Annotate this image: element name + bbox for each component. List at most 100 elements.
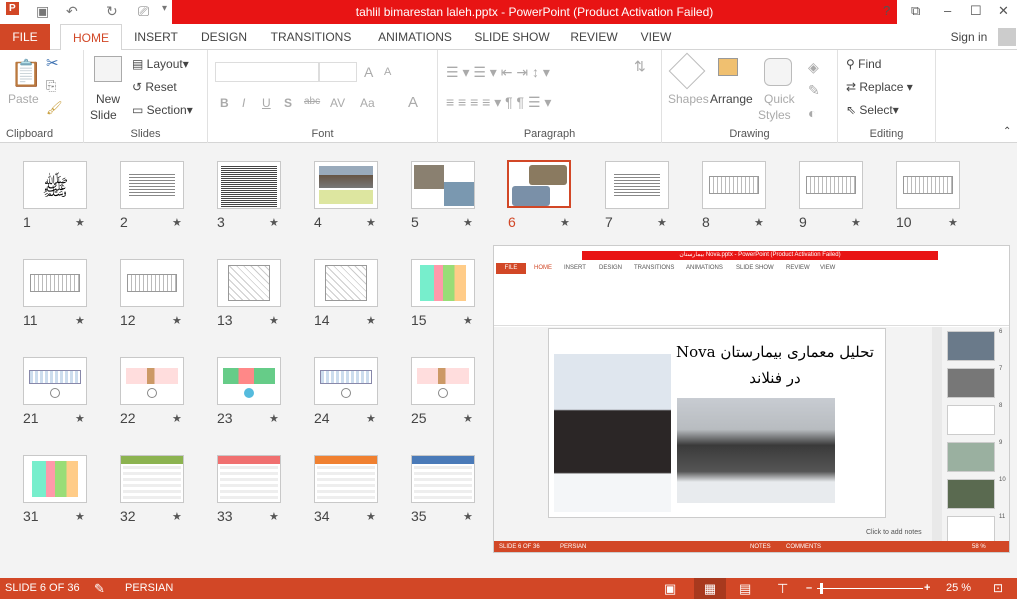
tab-review[interactable]: REVIEW bbox=[566, 24, 622, 50]
transition-star-icon[interactable]: ★ bbox=[366, 510, 376, 523]
italic-button[interactable]: I bbox=[242, 96, 245, 110]
font-size-dropdown[interactable] bbox=[319, 62, 357, 82]
zoom-out-button[interactable]: – bbox=[806, 578, 812, 599]
transition-star-icon[interactable]: ★ bbox=[366, 412, 376, 425]
new-slide-button-line2[interactable]: Slide bbox=[90, 108, 117, 122]
shapes-icon[interactable] bbox=[668, 52, 706, 90]
reading-view-icon[interactable]: ▤ bbox=[739, 578, 751, 599]
transition-star-icon[interactable]: ★ bbox=[269, 412, 279, 425]
slide-thumbnail[interactable] bbox=[120, 259, 184, 307]
slide-thumbnail[interactable] bbox=[411, 357, 475, 405]
slide-thumbnail[interactable] bbox=[120, 357, 184, 405]
transition-star-icon[interactable]: ★ bbox=[463, 216, 473, 229]
slide-thumbnail[interactable] bbox=[120, 161, 184, 209]
customize-qat-icon[interactable]: ▾ bbox=[162, 3, 167, 14]
save-icon[interactable]: ▣ bbox=[36, 3, 49, 20]
transition-star-icon[interactable]: ★ bbox=[269, 314, 279, 327]
shrink-font-button[interactable]: A bbox=[384, 66, 391, 78]
arrange-icon[interactable] bbox=[718, 58, 738, 76]
transition-star-icon[interactable]: ★ bbox=[75, 510, 85, 523]
transition-star-icon[interactable]: ★ bbox=[269, 510, 279, 523]
slide-thumbnail[interactable] bbox=[314, 455, 378, 503]
tab-animations[interactable]: ANIMATIONS bbox=[370, 24, 460, 50]
paste-icon[interactable]: 📋 bbox=[10, 58, 42, 89]
slide-thumbnail[interactable] bbox=[702, 161, 766, 209]
font-name-dropdown[interactable] bbox=[215, 62, 319, 82]
present-icon[interactable]: ⎚ bbox=[138, 3, 149, 20]
zoom-slider[interactable] bbox=[817, 588, 923, 589]
transition-star-icon[interactable]: ★ bbox=[463, 510, 473, 523]
select-button[interactable]: ⇖ Select▾ bbox=[846, 103, 899, 117]
slide-thumbnail[interactable] bbox=[217, 259, 281, 307]
slide-thumbnail[interactable] bbox=[896, 161, 960, 209]
arrange-button[interactable]: Arrange bbox=[710, 92, 753, 106]
tab-insert[interactable]: INSERT bbox=[128, 24, 184, 50]
replace-button[interactable]: ⇄ Replace ▾ bbox=[846, 80, 913, 94]
redo-icon[interactable]: ↻ bbox=[106, 3, 118, 20]
slide-thumbnail[interactable] bbox=[23, 455, 87, 503]
undo-icon[interactable]: ↶ bbox=[66, 3, 78, 20]
transition-star-icon[interactable]: ★ bbox=[754, 216, 764, 229]
format-painter-icon[interactable]: 🖌 bbox=[46, 100, 63, 116]
new-slide-button[interactable]: New bbox=[96, 92, 120, 106]
transition-star-icon[interactable]: ★ bbox=[269, 216, 279, 229]
transition-star-icon[interactable]: ★ bbox=[172, 216, 182, 229]
char-spacing-button[interactable]: AV bbox=[330, 96, 345, 110]
transition-star-icon[interactable]: ★ bbox=[172, 412, 182, 425]
slide-thumbnail[interactable] bbox=[314, 357, 378, 405]
transition-star-icon[interactable]: ★ bbox=[75, 216, 85, 229]
transition-star-icon[interactable]: ★ bbox=[75, 412, 85, 425]
transition-star-icon[interactable]: ★ bbox=[75, 314, 85, 327]
notes-icon[interactable]: ✎ bbox=[94, 578, 105, 599]
transition-star-icon[interactable]: ★ bbox=[560, 216, 570, 229]
slide-thumbnail[interactable] bbox=[314, 259, 378, 307]
help-icon[interactable]: ? bbox=[883, 3, 890, 18]
quick-styles-button-line2[interactable]: Styles bbox=[758, 108, 791, 122]
tab-slide-show[interactable]: SLIDE SHOW bbox=[472, 24, 552, 50]
grow-font-button[interactable]: A bbox=[364, 64, 373, 80]
paste-button[interactable]: Paste bbox=[8, 92, 39, 106]
collapse-ribbon-icon[interactable]: ⌃ bbox=[1003, 126, 1011, 137]
zoom-slider-thumb[interactable] bbox=[820, 583, 824, 594]
quick-styles-button[interactable]: Quick bbox=[764, 92, 795, 106]
avatar[interactable] bbox=[998, 28, 1016, 46]
bold-button[interactable]: B bbox=[220, 96, 229, 110]
shape-format-icons[interactable]: ◈ ✎ ◐ bbox=[808, 56, 820, 125]
font-color-button[interactable]: A bbox=[408, 94, 418, 111]
align-icons[interactable]: ≡ ≡ ≡ ≡ ▾ ¶ ¶ ☰ ▾ bbox=[446, 94, 551, 111]
slide-thumbnail[interactable] bbox=[411, 259, 475, 307]
tab-view[interactable]: VIEW bbox=[636, 24, 676, 50]
tab-transitions[interactable]: TRANSITIONS bbox=[266, 24, 356, 50]
text-direction-icon[interactable]: ⇅ bbox=[634, 58, 646, 75]
bullets-icon[interactable]: ☰ ▾ ☰ ▾ ⇤ ⇥ ↕ ▾ bbox=[446, 64, 550, 81]
new-slide-icon[interactable] bbox=[94, 56, 122, 82]
find-button[interactable]: ⚲ Find bbox=[846, 57, 881, 71]
slide-thumbnail[interactable] bbox=[217, 161, 281, 209]
tab-home[interactable]: HOME bbox=[60, 24, 122, 51]
slide-thumbnail[interactable] bbox=[23, 259, 87, 307]
shadow-button[interactable]: S bbox=[284, 96, 292, 110]
layout-button[interactable]: ▤ Layout▾ bbox=[132, 57, 189, 71]
maximize-button[interactable]: ☐ bbox=[970, 3, 982, 19]
transition-star-icon[interactable]: ★ bbox=[851, 216, 861, 229]
transition-star-icon[interactable]: ★ bbox=[366, 216, 376, 229]
slide-thumbnail[interactable] bbox=[505, 158, 573, 210]
slide-thumbnail[interactable]: ﷺ bbox=[23, 161, 87, 209]
transition-star-icon[interactable]: ★ bbox=[172, 510, 182, 523]
slide-thumbnail[interactable] bbox=[605, 161, 669, 209]
copy-icon[interactable]: ⎘ bbox=[46, 78, 56, 94]
language-indicator[interactable]: PERSIAN bbox=[125, 578, 173, 599]
slide-thumbnail[interactable] bbox=[23, 357, 87, 405]
strikethrough-button[interactable]: abc bbox=[304, 96, 320, 107]
shapes-button[interactable]: Shapes bbox=[668, 92, 709, 106]
zoom-in-button[interactable]: + bbox=[924, 578, 930, 599]
transition-star-icon[interactable]: ★ bbox=[948, 216, 958, 229]
slide-sorter-view-icon[interactable]: ▦ bbox=[694, 578, 726, 599]
slide-thumbnail[interactable] bbox=[411, 161, 475, 209]
reset-button[interactable]: ↺ Reset bbox=[132, 80, 177, 94]
quick-styles-icon[interactable] bbox=[764, 58, 792, 86]
minimize-button[interactable]: – bbox=[944, 3, 951, 18]
section-button[interactable]: ▭ Section▾ bbox=[132, 103, 193, 117]
zoom-level[interactable]: 25 % bbox=[946, 578, 971, 599]
slide-thumbnail[interactable] bbox=[799, 161, 863, 209]
